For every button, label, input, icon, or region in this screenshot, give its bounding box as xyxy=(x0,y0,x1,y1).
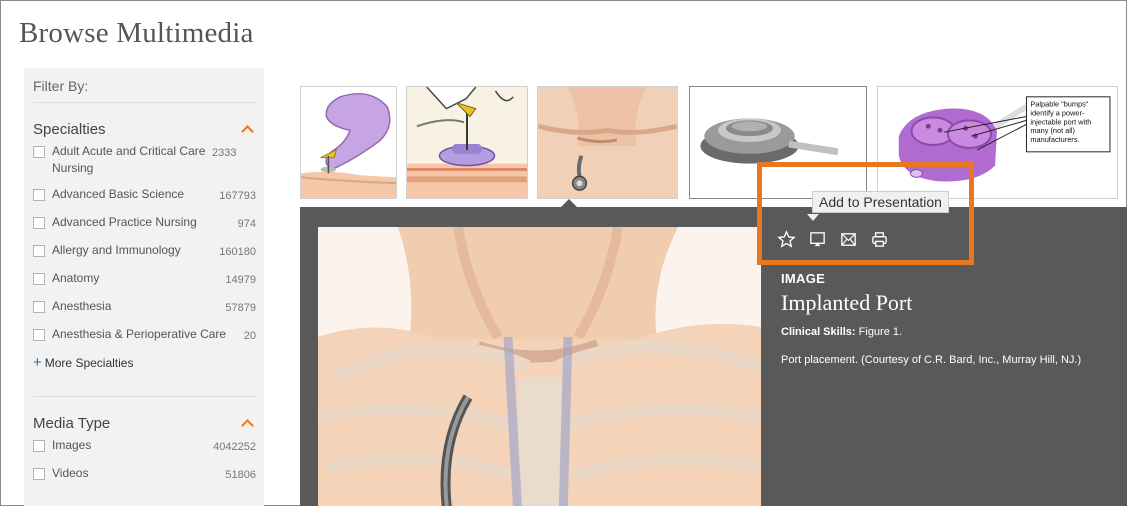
facet-label: Allergy and Immunology xyxy=(52,243,181,257)
chevron-up-icon[interactable] xyxy=(242,418,252,428)
facet-count: 20 xyxy=(243,330,256,342)
thumbnail-illustration xyxy=(301,87,396,198)
filter-by-label: Filter By: xyxy=(33,68,256,103)
thumbnail-illustration xyxy=(538,87,677,198)
media-caption: Clinical Skills: Figure 1. xyxy=(781,326,1081,338)
media-type-heading: Media Type xyxy=(33,414,111,432)
facet-item[interactable]: Images 4042252 xyxy=(33,437,256,456)
facet-checkbox[interactable] xyxy=(33,245,45,257)
facet-item[interactable]: Advanced Basic Science 167793 xyxy=(33,186,256,205)
facet-label: Advanced Practice Nursing xyxy=(52,215,197,229)
facet-label: Images xyxy=(52,438,92,452)
facet-checkbox[interactable] xyxy=(33,440,45,452)
facet-item[interactable]: Advanced Practice Nursing 974 xyxy=(33,214,256,233)
facet-checkbox[interactable] xyxy=(33,301,45,313)
media-type-header[interactable]: Media Type xyxy=(33,414,256,432)
facet-label: Adult Acute and Critical Care Nursing xyxy=(52,144,206,175)
facet-checkbox[interactable] xyxy=(33,329,45,341)
caption-source: Clinical Skills: xyxy=(781,326,856,338)
print-icon[interactable] xyxy=(870,230,889,249)
facet-count: 4042252 xyxy=(213,441,256,453)
more-specialties-label: More Specialties xyxy=(44,356,134,370)
email-icon[interactable] xyxy=(839,230,858,249)
thumbnail-power-port[interactable]: Palpable "bumps" identify a power- injec… xyxy=(877,86,1118,199)
facet-label: Videos xyxy=(52,466,89,480)
chevron-up-icon[interactable] xyxy=(242,124,252,134)
specialties-heading: Specialties xyxy=(33,120,106,138)
facet-count: 160180 xyxy=(219,246,256,258)
facet-count: 57879 xyxy=(225,302,256,314)
callout-line: manufacturers. xyxy=(1030,135,1079,144)
facet-label: Advanced Basic Science xyxy=(52,187,185,201)
callout-line: injectable port with xyxy=(1030,117,1091,126)
facet-item[interactable]: Allergy and Immunology 160180 xyxy=(33,242,256,261)
viewer-main-image[interactable] xyxy=(318,227,761,506)
viewer-actions xyxy=(777,230,889,249)
presentation-icon[interactable] xyxy=(808,230,827,249)
specialties-list: Adult Acute and Critical Care Nursing 23… xyxy=(33,143,256,371)
facet-checkbox[interactable] xyxy=(33,189,45,201)
facet-item[interactable]: Adult Acute and Critical Care Nursing 23… xyxy=(33,143,256,177)
facet-item[interactable]: Anesthesia & Perioperative Care 20 xyxy=(33,326,256,345)
media-title: Implanted Port xyxy=(781,290,913,315)
facet-item[interactable]: Anatomy 14979 xyxy=(33,270,256,289)
callout-line: many (not all) xyxy=(1030,126,1075,135)
star-icon[interactable] xyxy=(777,230,796,249)
media-credit: Port placement. (Courtesy of C.R. Bard, … xyxy=(781,354,1082,366)
facet-item[interactable]: Anesthesia 57879 xyxy=(33,298,256,317)
thumbnail-gloved-hand[interactable] xyxy=(300,86,397,199)
facet-checkbox[interactable] xyxy=(33,217,45,229)
facet-count: 14979 xyxy=(225,274,256,286)
add-to-presentation-tooltip: Add to Presentation xyxy=(812,191,949,213)
caption-figure: Figure 1. xyxy=(858,326,903,338)
thumbnail-illustration: Palpable "bumps" identify a power- injec… xyxy=(879,87,1116,198)
more-specialties-link[interactable]: + More Specialties xyxy=(33,354,256,371)
facet-count: 974 xyxy=(237,218,256,230)
tooltip-tail xyxy=(807,214,819,221)
facet-count: 167793 xyxy=(219,190,256,202)
specialties-header[interactable]: Specialties xyxy=(33,120,256,138)
facet-checkbox[interactable] xyxy=(33,146,45,158)
callout-line: Palpable "bumps" xyxy=(1030,100,1088,109)
facet-label: Anesthesia & Perioperative Care xyxy=(52,327,227,341)
facet-checkbox[interactable] xyxy=(33,273,45,285)
thumbnail-illustration xyxy=(407,87,527,198)
page-title: Browse Multimedia xyxy=(19,17,254,49)
plus-icon: + xyxy=(33,354,42,371)
section-divider xyxy=(33,396,256,397)
thumbnail-port-device[interactable] xyxy=(689,86,867,199)
thumbnail-implanted-port[interactable] xyxy=(537,86,678,199)
media-type-list: Images 4042252 Videos 51806 xyxy=(33,437,256,484)
filter-sidebar: Filter By: Specialties Adult Acute and C… xyxy=(24,68,264,506)
facet-label: Anatomy xyxy=(52,271,100,285)
facet-count: 2333 xyxy=(212,147,237,159)
thumbnail-needle-insertion[interactable] xyxy=(406,86,528,199)
thumbnail-illustration xyxy=(690,87,866,198)
facet-checkbox[interactable] xyxy=(33,468,45,480)
media-type-label: IMAGE xyxy=(781,271,826,286)
facet-label: Anesthesia xyxy=(52,299,112,313)
facet-item[interactable]: Videos 51806 xyxy=(33,465,256,484)
facet-count: 51806 xyxy=(225,469,256,481)
callout-line: identify a power- xyxy=(1030,108,1085,117)
media-details: IMAGE Implanted Port Clinical Skills: Fi… xyxy=(781,271,1081,366)
implanted-port-illustration xyxy=(318,227,761,506)
